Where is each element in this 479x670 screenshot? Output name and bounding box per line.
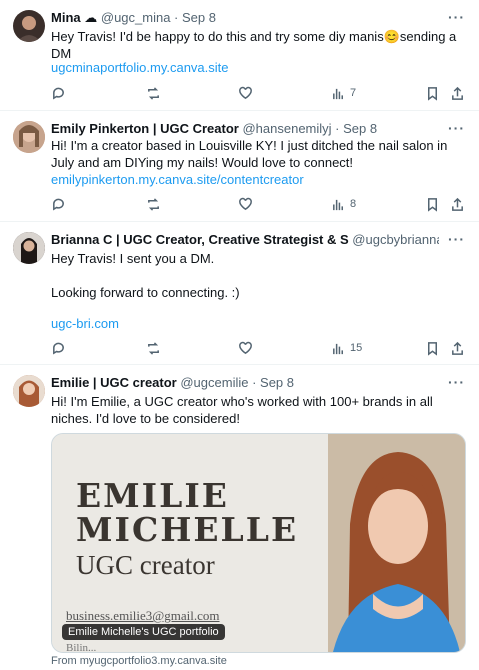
tweet[interactable]: Mina ☁ @ugc_mina · Sep 8 ··· Hey Travis!… [0, 0, 479, 111]
bookmark-button[interactable] [425, 85, 440, 101]
tweet-text: Hi! I'm a creator based in Louisville KY… [51, 138, 448, 170]
card-email: business.emilie3@gmail.com [66, 608, 220, 623]
action-bar: 7 [51, 85, 467, 101]
heart-icon [239, 197, 252, 210]
handle-date[interactable]: @ugcemilie · Sep 8 [180, 375, 294, 390]
retweet-button[interactable] [146, 340, 161, 356]
heart-icon [239, 86, 252, 99]
share-button[interactable] [450, 85, 465, 101]
heart-icon [239, 341, 252, 354]
retweet-icon [148, 86, 159, 100]
reply-button[interactable] [51, 196, 66, 212]
retweet-button[interactable] [146, 85, 161, 101]
author-name[interactable]: Emily Pinkerton | UGC Creator [51, 121, 239, 136]
card-headline-line1: EMILIE [76, 476, 229, 515]
tweet-header: Emilie | UGC creator @ugcemilie · Sep 8 [51, 375, 439, 391]
bookmark-button[interactable] [425, 196, 440, 212]
tweet-header: Mina ☁ @ugc_mina · Sep 8 [51, 10, 439, 26]
more-options-icon[interactable]: ··· [448, 232, 465, 246]
link-preview-card[interactable]: EMILIE MICHELLE UGC creator business.emi… [51, 433, 466, 653]
tweet-header: Emily Pinkerton | UGC Creator @hansenemi… [51, 121, 439, 137]
views-button[interactable]: 15 [331, 340, 362, 356]
tweet-link[interactable]: emilypinkerton.my.canva.site/contentcrea… [51, 171, 304, 188]
tweet-text: Hey Travis! I sent you a DM. Looking for… [51, 251, 240, 300]
share-button[interactable] [450, 196, 465, 212]
reply-button[interactable] [51, 340, 66, 356]
tweet[interactable]: Brianna C | UGC Creator, Creative Strate… [0, 222, 479, 365]
reply-icon [53, 87, 64, 100]
more-options-icon[interactable]: ··· [448, 375, 465, 389]
reply-icon [53, 198, 64, 211]
retweet-button[interactable] [146, 196, 161, 212]
views-icon [333, 343, 343, 354]
tweet-link[interactable]: ugc-bri.com [51, 315, 119, 332]
views-icon [333, 199, 343, 210]
views-icon [333, 88, 343, 99]
handle-date[interactable]: @ugc_mina · Sep 8 [101, 10, 216, 25]
share-icon [452, 86, 463, 100]
action-bar: 15 [51, 340, 467, 356]
retweet-icon [148, 197, 159, 211]
tweet-text: Hi! I'm Emilie, a UGC creator who's work… [51, 394, 433, 426]
author-name[interactable]: Brianna C | UGC Creator, Creative Strate… [51, 232, 349, 247]
avatar[interactable] [13, 121, 45, 153]
views-button[interactable]: 8 [331, 196, 356, 212]
bookmark-icon [428, 86, 437, 101]
cloud-emoji-icon: ☁ [84, 10, 98, 25]
more-options-icon[interactable]: ··· [448, 121, 465, 135]
views-count: 8 [350, 198, 357, 210]
tweet-link[interactable]: ugcminaportfolio.my.canva.site [51, 59, 229, 76]
bookmark-icon [428, 197, 437, 212]
like-button[interactable] [238, 85, 253, 101]
card-headline-line2: MICHELLE [76, 510, 299, 549]
more-options-icon[interactable]: ··· [448, 10, 465, 24]
reply-button[interactable] [51, 85, 66, 101]
author-name[interactable]: Emilie | UGC creator [51, 375, 177, 390]
author-name[interactable]: Mina [51, 10, 81, 25]
avatar[interactable] [13, 232, 45, 264]
reply-icon [53, 342, 64, 355]
card-faded-text: Bilin... [66, 642, 97, 653]
avatar[interactable] [13, 375, 45, 407]
bookmark-button[interactable] [425, 340, 440, 356]
like-button[interactable] [238, 340, 253, 356]
card-caption: Emilie Michelle's UGC portfolio [62, 624, 225, 640]
card-subtitle: UGC creator [76, 550, 215, 580]
bookmark-icon [428, 341, 437, 356]
views-count: 15 [350, 342, 363, 354]
share-button[interactable] [450, 340, 465, 356]
handle-date[interactable]: @ugcbybrianna · Sep 8 [352, 232, 439, 247]
retweet-icon [148, 341, 159, 355]
card-graphic: EMILIE MICHELLE UGC creator business.emi… [52, 434, 328, 652]
card-source-domain[interactable]: From myugcportfolio3.my.canva.site [51, 655, 227, 667]
tweet[interactable]: Emily Pinkerton | UGC Creator @hansenemi… [0, 111, 479, 222]
handle-date[interactable]: @hansenemilyj · Sep 8 [242, 121, 377, 136]
tweet-header: Brianna C | UGC Creator, Creative Strate… [51, 232, 439, 248]
avatar[interactable] [13, 10, 45, 42]
views-count: 7 [350, 87, 357, 99]
action-bar: 8 [51, 196, 467, 212]
share-icon [452, 197, 463, 211]
views-button[interactable]: 7 [331, 85, 356, 101]
tweet-text: Hey Travis! I'd be happy to do this and … [51, 29, 457, 61]
like-button[interactable] [238, 196, 253, 212]
share-icon [452, 341, 463, 355]
card-portrait-image [328, 434, 465, 652]
